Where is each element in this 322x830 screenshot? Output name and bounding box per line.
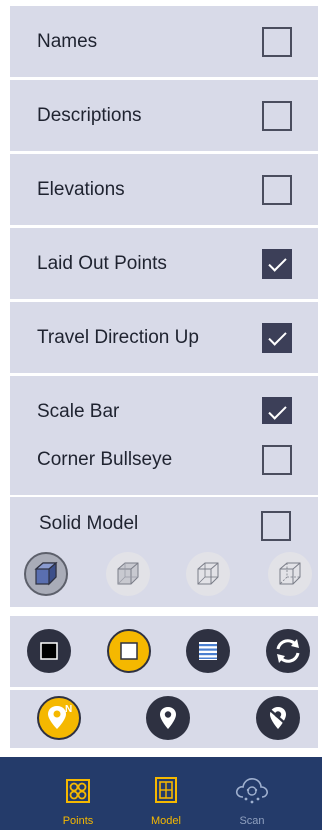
hidden-pin-button[interactable] (256, 696, 300, 740)
nav-item-model[interactable]: Model (126, 757, 206, 830)
solid-model-checkbox[interactable] (261, 511, 291, 541)
nav-item-scan[interactable]: Scan (212, 757, 292, 830)
render-mode-row (10, 616, 318, 687)
hidden-line-cube-icon (279, 562, 301, 585)
option-row-elevations[interactable]: Elevations (10, 154, 318, 225)
laid-out-points-checkbox[interactable] (262, 249, 292, 279)
shaded-cube-icon (117, 562, 139, 585)
wireframe-cube-icon (197, 562, 219, 585)
nav-label: Model (151, 815, 181, 827)
option-row-descriptions[interactable]: Descriptions (10, 80, 318, 151)
elevations-checkbox[interactable] (262, 175, 292, 205)
striped-list-icon (199, 642, 217, 660)
option-row-laid-out-points[interactable]: Laid Out Points (10, 228, 318, 299)
wireframe-cube-button[interactable] (186, 552, 230, 596)
scan-cloud-icon (235, 778, 268, 804)
north-pin-icon: N (48, 704, 72, 729)
nav-label: Points (62, 815, 94, 827)
names-checkbox[interactable] (262, 27, 292, 57)
solid-model-label: Solid Model (39, 513, 139, 534)
location-pin-button[interactable] (146, 696, 190, 740)
nav-label: Scan (239, 815, 265, 827)
black-square-button[interactable] (27, 629, 71, 673)
pin-mode-row: N (10, 690, 318, 748)
option-label: Travel Direction Up (37, 327, 199, 348)
option-label: Laid Out Points (37, 253, 167, 274)
hidden-pin-icon (268, 707, 288, 729)
striped-list-button[interactable] (186, 629, 230, 673)
location-pin-icon (160, 707, 176, 729)
points-icon (66, 779, 90, 803)
descriptions-checkbox[interactable] (262, 101, 292, 131)
north-pin-button[interactable]: N (37, 696, 81, 740)
bottom-nav-bar: Points Model Scan (0, 757, 322, 830)
shaded-cube-button[interactable] (106, 552, 150, 596)
nav-item-points[interactable]: Points (38, 757, 118, 830)
hidden-line-cube-button[interactable] (268, 552, 312, 596)
refresh-button[interactable] (266, 629, 310, 673)
white-square-icon (120, 642, 138, 660)
black-square-icon (40, 642, 58, 660)
option-row-names[interactable]: Names (10, 6, 318, 77)
white-square-button[interactable] (107, 629, 151, 673)
solid-model-panel: Solid Model (10, 497, 318, 607)
option-label: Elevations (37, 179, 125, 200)
refresh-icon (276, 639, 300, 663)
option-row-travel-direction-up[interactable]: Travel Direction Up (10, 302, 318, 373)
solid-cube-icon (34, 561, 58, 586)
option-label: Corner Bullseye (37, 449, 173, 470)
corner-bullseye-checkbox[interactable] (262, 445, 292, 475)
svg-text:N: N (65, 704, 72, 715)
option-row-corner-bullseye[interactable]: Corner Bullseye (10, 424, 318, 495)
solid-cube-button[interactable] (24, 552, 68, 596)
scale-bar-checkbox[interactable] (262, 397, 292, 427)
travel-direction-up-checkbox[interactable] (262, 323, 292, 353)
model-icon (155, 777, 177, 803)
option-label: Descriptions (37, 105, 142, 126)
option-label: Names (37, 31, 98, 52)
